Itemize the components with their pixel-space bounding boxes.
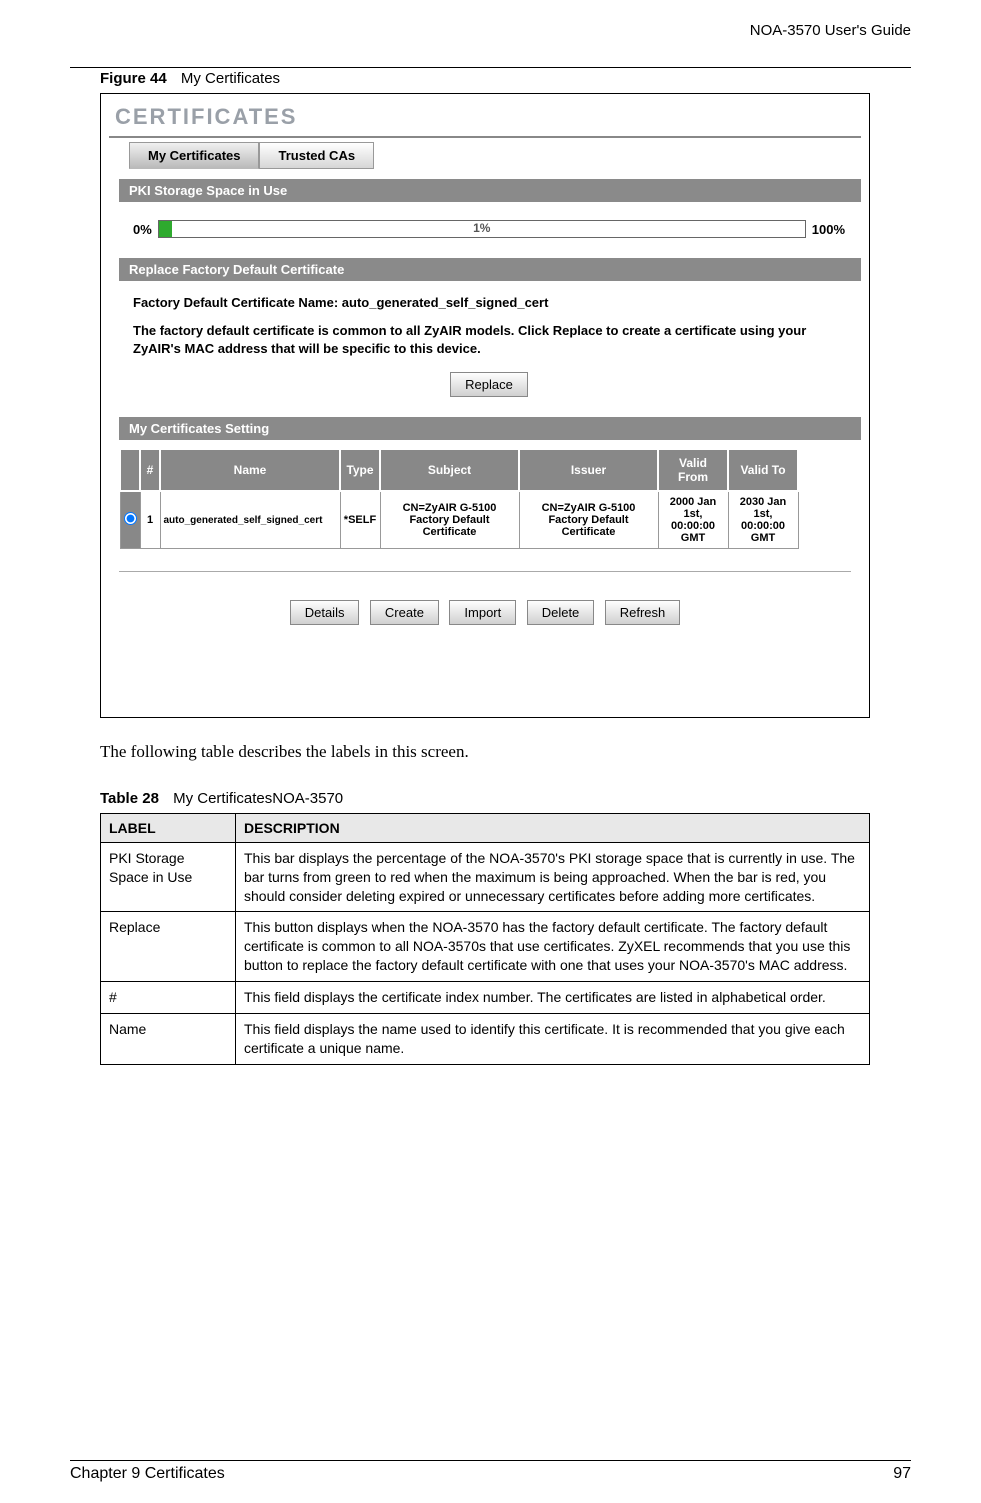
tab-my-certificates[interactable]: My Certificates bbox=[129, 142, 259, 169]
col-subject: Subject bbox=[380, 449, 519, 491]
table-label: Table 28 bbox=[100, 790, 159, 807]
row-name: auto_generated_self_signed_cert bbox=[160, 491, 340, 549]
table-row: Name This field displays the name used t… bbox=[101, 1014, 870, 1065]
replace-button[interactable]: Replace bbox=[450, 372, 528, 397]
col-valid-from: Valid From bbox=[658, 449, 728, 491]
col-num: # bbox=[140, 449, 160, 491]
desc-col-label: LABEL bbox=[101, 813, 236, 842]
desc-label: # bbox=[101, 982, 236, 1014]
certificates-table: # Name Type Subject Issuer Valid From Va… bbox=[119, 448, 799, 549]
col-valid-to: Valid To bbox=[728, 449, 798, 491]
footer-chapter: Chapter 9 Certificates bbox=[70, 1465, 225, 1483]
figure-label: Figure 44 bbox=[100, 70, 167, 87]
desc-text: This field displays the certificate inde… bbox=[236, 982, 870, 1014]
create-button[interactable]: Create bbox=[370, 600, 439, 625]
section-settings-header: My Certificates Setting bbox=[119, 417, 861, 440]
section-replace-header: Replace Factory Default Certificate bbox=[119, 258, 861, 281]
storage-mid: 1% bbox=[473, 221, 490, 235]
desc-label: PKI Storage Space in Use bbox=[101, 842, 236, 912]
delete-button[interactable]: Delete bbox=[527, 600, 595, 625]
row-valid-to: 2030 Jan 1st, 00:00:00 GMT bbox=[728, 491, 798, 549]
desc-col-desc: DESCRIPTION bbox=[236, 813, 870, 842]
page-footer: Chapter 9 Certificates 97 bbox=[70, 1460, 911, 1483]
table-row: 1 auto_generated_self_signed_cert *SELF … bbox=[120, 491, 798, 549]
desc-text: This button displays when the NOA-3570 h… bbox=[236, 912, 870, 982]
replace-cert-name: Factory Default Certificate Name: auto_g… bbox=[133, 295, 845, 310]
col-issuer: Issuer bbox=[519, 449, 658, 491]
row-subject: CN=ZyAIR G-5100 Factory Default Certific… bbox=[380, 491, 519, 549]
description-table: LABEL DESCRIPTION PKI Storage Space in U… bbox=[100, 813, 870, 1065]
footer-page: 97 bbox=[893, 1465, 911, 1483]
desc-text: This bar displays the percentage of the … bbox=[236, 842, 870, 912]
storage-bar: 1% bbox=[158, 220, 806, 238]
panel-title: CERTIFICATES bbox=[115, 104, 861, 130]
storage-min: 0% bbox=[133, 222, 152, 237]
storage-max: 100% bbox=[812, 222, 845, 237]
row-num: 1 bbox=[140, 491, 160, 549]
row-radio[interactable] bbox=[124, 512, 137, 525]
table-row: Replace This button displays when the NO… bbox=[101, 912, 870, 982]
replace-desc: The factory default certificate is commo… bbox=[133, 322, 845, 358]
row-issuer: CN=ZyAIR G-5100 Factory Default Certific… bbox=[519, 491, 658, 549]
desc-label: Name bbox=[101, 1014, 236, 1065]
tab-trusted-cas[interactable]: Trusted CAs bbox=[259, 142, 374, 169]
row-valid-from: 2000 Jan 1st, 00:00:00 GMT bbox=[658, 491, 728, 549]
desc-label: Replace bbox=[101, 912, 236, 982]
refresh-button[interactable]: Refresh bbox=[605, 600, 681, 625]
row-type: *SELF bbox=[340, 491, 380, 549]
screenshot: CERTIFICATES My Certificates Trusted CAs… bbox=[100, 93, 870, 718]
details-button[interactable]: Details bbox=[290, 600, 360, 625]
storage-fill bbox=[159, 221, 172, 237]
table-title: My CertificatesNOA-3570 bbox=[173, 790, 343, 807]
figure-title: My Certificates bbox=[181, 70, 280, 87]
table-caption: Table 28 My CertificatesNOA-3570 bbox=[100, 790, 881, 807]
section-storage-header: PKI Storage Space in Use bbox=[119, 179, 861, 202]
col-name: Name bbox=[160, 449, 340, 491]
guide-title: NOA-3570 User's Guide bbox=[750, 22, 911, 39]
desc-text: This field displays the name used to ide… bbox=[236, 1014, 870, 1065]
table-row: # This field displays the certificate in… bbox=[101, 982, 870, 1014]
col-type: Type bbox=[340, 449, 380, 491]
col-stub bbox=[120, 449, 140, 491]
table-row: PKI Storage Space in Use This bar displa… bbox=[101, 842, 870, 912]
figure-caption: Figure 44 My Certificates bbox=[100, 70, 881, 87]
import-button[interactable]: Import bbox=[449, 600, 516, 625]
page-header: NOA-3570 User's Guide bbox=[70, 18, 911, 39]
row-radio-cell bbox=[120, 491, 140, 549]
body-text: The following table describes the labels… bbox=[100, 740, 881, 764]
